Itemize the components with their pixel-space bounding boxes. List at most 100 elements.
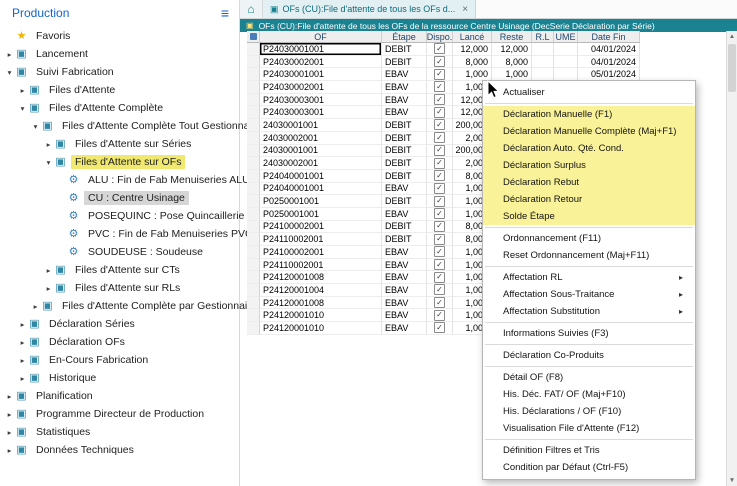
cell-of[interactable]: P24030001001 xyxy=(260,43,382,56)
cell-dispo[interactable]: ✓ xyxy=(427,183,453,196)
cell-etape[interactable]: DEBIT xyxy=(382,145,427,158)
cell-of[interactable]: P24040001001 xyxy=(260,183,382,196)
column-header-dispo-[interactable]: Dispo. xyxy=(427,31,453,43)
cell-etape[interactable]: EBAV xyxy=(382,81,427,94)
menu-item-d-claration-surplus[interactable]: Déclaration Surplus xyxy=(483,157,695,174)
dispo-checkbox[interactable]: ✓ xyxy=(434,272,445,283)
cell-of[interactable]: P24120001010 xyxy=(260,309,382,322)
dispo-checkbox[interactable]: ✓ xyxy=(434,221,445,232)
cell-rl[interactable] xyxy=(532,56,554,69)
menu-item-d-claration-manuelle-f1[interactable]: Déclaration Manuelle (F1) xyxy=(483,106,695,123)
sidebar-item[interactable]: ▾▣Files d'Attente sur OFs xyxy=(0,153,239,171)
menu-item-d-claration-retour[interactable]: Déclaration Retour xyxy=(483,191,695,208)
collapsed-arrow-icon[interactable]: ▸ xyxy=(4,410,15,419)
cell-etape[interactable]: EBAV xyxy=(382,284,427,297)
row-selector[interactable] xyxy=(247,132,260,145)
collapsed-arrow-icon[interactable]: ▸ xyxy=(30,302,41,311)
dispo-checkbox[interactable]: ✓ xyxy=(434,81,445,92)
expanded-arrow-icon[interactable]: ▾ xyxy=(4,68,15,77)
cell-of[interactable]: P24120001010 xyxy=(260,322,382,335)
dispo-checkbox[interactable]: ✓ xyxy=(434,322,445,333)
collapsed-arrow-icon[interactable]: ▸ xyxy=(43,140,54,149)
sidebar-item[interactable]: ⚙SOUDEUSE : Soudeuse xyxy=(0,243,239,261)
row-selector[interactable] xyxy=(247,119,260,132)
cell-dispo[interactable]: ✓ xyxy=(427,170,453,183)
cell-dispo[interactable]: ✓ xyxy=(427,259,453,272)
row-selector[interactable] xyxy=(247,297,260,310)
cell-dispo[interactable]: ✓ xyxy=(427,246,453,259)
row-selector[interactable] xyxy=(247,284,260,297)
menu-item-d-claration-auto-qt-cond[interactable]: Déclaration Auto. Qté. Cond. xyxy=(483,140,695,157)
dispo-checkbox[interactable]: ✓ xyxy=(434,107,445,118)
cell-dispo[interactable]: ✓ xyxy=(427,208,453,221)
row-selector[interactable] xyxy=(247,259,260,272)
cell-etape[interactable]: DEBIT xyxy=(382,56,427,69)
collapsed-arrow-icon[interactable]: ▸ xyxy=(4,392,15,401)
cell-ume[interactable] xyxy=(554,56,578,69)
menu-item-affectation-substitution[interactable]: Affectation Substitution▸ xyxy=(483,303,695,320)
cell-dispo[interactable]: ✓ xyxy=(427,81,453,94)
cell-of[interactable]: 24030002001 xyxy=(260,157,382,170)
cell-of[interactable]: P0250001001 xyxy=(260,208,382,221)
cell-dispo[interactable]: ✓ xyxy=(427,271,453,284)
dispo-checkbox[interactable]: ✓ xyxy=(434,43,445,54)
collapsed-arrow-icon[interactable]: ▸ xyxy=(17,86,28,95)
row-selector[interactable] xyxy=(247,322,260,335)
cell-dispo[interactable]: ✓ xyxy=(427,43,453,56)
cell-dispo[interactable]: ✓ xyxy=(427,56,453,69)
cell-of[interactable]: P24030003001 xyxy=(260,106,382,119)
cell-dispo[interactable]: ✓ xyxy=(427,94,453,107)
dispo-checkbox[interactable]: ✓ xyxy=(434,145,445,156)
collapsed-arrow-icon[interactable]: ▸ xyxy=(17,320,28,329)
cell-etape[interactable]: EBAV xyxy=(382,183,427,196)
cell-dispo[interactable]: ✓ xyxy=(427,68,453,81)
expanded-arrow-icon[interactable]: ▾ xyxy=(30,122,41,131)
cell-etape[interactable]: EBAV xyxy=(382,246,427,259)
dispo-checkbox[interactable]: ✓ xyxy=(434,196,445,207)
row-selector[interactable] xyxy=(247,43,260,56)
cell-of[interactable]: P24030002001 xyxy=(260,56,382,69)
column-header-date-fin[interactable]: Date Fin xyxy=(578,31,640,43)
cell-of[interactable]: P24110002001 xyxy=(260,233,382,246)
dispo-checkbox[interactable]: ✓ xyxy=(434,297,445,308)
row-selector[interactable] xyxy=(247,233,260,246)
cell-of[interactable]: 24030001001 xyxy=(260,119,382,132)
row-selector[interactable] xyxy=(247,271,260,284)
menu-item-his-d-c-fat-of-maj-f10[interactable]: His. Déc. FAT/ OF (Maj+F10) xyxy=(483,386,695,403)
menu-item-actualiser[interactable]: Actualiser xyxy=(483,84,695,101)
sidebar-item[interactable]: ▸▣Files d'Attente sur CTs xyxy=(0,261,239,279)
dispo-checkbox[interactable]: ✓ xyxy=(434,132,445,143)
cell-dispo[interactable]: ✓ xyxy=(427,195,453,208)
home-tab[interactable]: ⌂ xyxy=(240,0,263,18)
sidebar-item[interactable]: ▸▣Files d'Attente xyxy=(0,81,239,99)
expanded-arrow-icon[interactable]: ▾ xyxy=(43,158,54,167)
scroll-up-icon[interactable]: ▲ xyxy=(729,31,735,42)
sidebar-item[interactable]: ▸▣En-Cours Fabrication xyxy=(0,351,239,369)
cell-of[interactable]: P24040001001 xyxy=(260,170,382,183)
sidebar-item[interactable]: ▸▣Files d'Attente sur Séries xyxy=(0,135,239,153)
row-selector[interactable] xyxy=(247,157,260,170)
cell-date[interactable]: 04/01/2024 xyxy=(578,56,640,69)
row-selector[interactable] xyxy=(247,195,260,208)
sidebar-item[interactable]: ▸▣Déclaration OFs xyxy=(0,333,239,351)
sidebar-item[interactable]: ⚙POSEQUINC : Pose Quincaillerie xyxy=(0,207,239,225)
menu-item-condition-par-d-faut-ctrl-f5[interactable]: Condition par Défaut (Ctrl-F5) xyxy=(483,459,695,476)
sidebar-item[interactable]: ⚙CU : Centre Usinage xyxy=(0,189,239,207)
cell-of[interactable]: P24120001008 xyxy=(260,271,382,284)
cell-of[interactable]: P24120001004 xyxy=(260,284,382,297)
cell-of[interactable]: P24030003001 xyxy=(260,94,382,107)
row-selector[interactable] xyxy=(247,208,260,221)
collapsed-arrow-icon[interactable]: ▸ xyxy=(4,446,15,455)
column-header-of[interactable]: OF xyxy=(260,31,382,43)
cell-dispo[interactable]: ✓ xyxy=(427,119,453,132)
dispo-checkbox[interactable]: ✓ xyxy=(434,234,445,245)
sidebar-item[interactable]: ▸▣Lancement xyxy=(0,45,239,63)
sidebar-item[interactable]: ▸▣Historique xyxy=(0,369,239,387)
cell-of[interactable]: 24030001001 xyxy=(260,145,382,158)
menu-item-visualisation-file-d-attente-f12[interactable]: Visualisation File d'Attente (F12) xyxy=(483,420,695,437)
cell-etape[interactable]: DEBIT xyxy=(382,43,427,56)
cell-etape[interactable]: EBAV xyxy=(382,94,427,107)
hamburger-menu-icon[interactable]: ≡ xyxy=(221,7,229,19)
sidebar-item[interactable]: ▸▣Statistiques xyxy=(0,423,239,441)
sidebar-item[interactable]: ▾▣Suivi Fabrication xyxy=(0,63,239,81)
